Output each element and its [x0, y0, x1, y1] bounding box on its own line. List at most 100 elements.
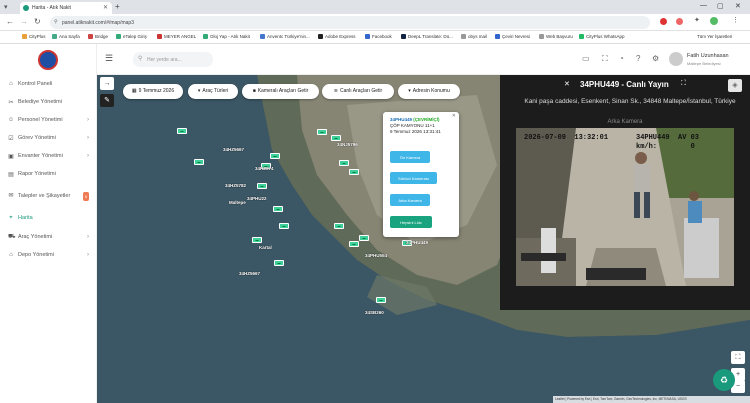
bookmark-item[interactable]: eTalep Giriş: [116, 34, 147, 39]
vehicle-label: 34NJ5796: [337, 142, 358, 147]
close-icon[interactable]: ✕: [452, 113, 456, 119]
vehicle-types-filter[interactable]: ▾ Araç Türleri: [188, 84, 238, 99]
vehicle-marker[interactable]: ▬: [331, 135, 341, 141]
front-camera-button[interactable]: Ön Kamera: [390, 151, 430, 163]
warehouse-icon: ⌂: [9, 252, 13, 258]
draw-tool-icon[interactable]: ✎: [100, 94, 114, 107]
vehicle-marker[interactable]: ▬: [349, 241, 359, 247]
bookmark-icon: [157, 34, 162, 39]
vehicle-popup: ✕ 34PHU449 (ÇEVRİMİÇİ) ÇÖP KAMYONU 11+1 …: [383, 112, 459, 237]
vehicle-marker[interactable]: ▬: [177, 128, 187, 134]
sidebar-item-warehouse[interactable]: ⌂ Depo Yönetimi ›: [0, 246, 97, 264]
bookmark-item[interactable]: Bridge: [88, 34, 108, 39]
new-tab-icon[interactable]: +: [115, 2, 120, 11]
all-bookmarks[interactable]: Tüm Yer İşaretleri: [697, 34, 732, 39]
tab-search-icon[interactable]: ▾: [4, 3, 8, 11]
help-icon[interactable]: ?: [636, 54, 640, 63]
map-attribution: Leaflet | Powered by Esri | Esri, TomTom…: [553, 396, 750, 403]
user-name: Fatih Uzunhasan: [687, 53, 729, 59]
bookmark-item[interactable]: Oloj Yap - Atık Nakit: [203, 34, 250, 39]
recycle-icon: ♻: [719, 375, 729, 385]
search-input[interactable]: ⚲ Her yerde ara...: [133, 52, 213, 67]
vehicle-marker[interactable]: ▬: [376, 297, 386, 303]
layers-icon[interactable]: ◈: [728, 79, 742, 92]
fullscreen-map-icon[interactable]: ⛶: [731, 351, 745, 364]
maximize-icon[interactable]: ▢: [717, 2, 724, 10]
live-vehicles-button[interactable]: ≋ Canlı Araçları Getir: [322, 84, 394, 99]
vehicle-marker[interactable]: ▬: [334, 223, 344, 229]
forward-icon[interactable]: →: [20, 17, 28, 26]
bookmark-item[interactable]: CityPlus WhatsApp: [579, 34, 625, 39]
expand-panel-icon[interactable]: →: [100, 77, 114, 90]
bookmark-item[interactable]: Adobe Express: [318, 34, 356, 39]
vehicle-marker[interactable]: ▬: [257, 183, 267, 189]
all-cameras-button[interactable]: Hepsini Lidc: [390, 216, 432, 228]
box-icon: ▣: [8, 153, 14, 160]
sidebar-item-map[interactable]: ⌖ Harita: [0, 209, 97, 227]
vehicle-marker[interactable]: ▬: [273, 206, 283, 212]
minimize-icon[interactable]: —: [700, 2, 707, 9]
vehicle-marker[interactable]: ▬: [274, 260, 284, 266]
vehicle-marker[interactable]: ▬: [339, 160, 349, 166]
bookmark-icon: [203, 34, 208, 39]
floating-action-button[interactable]: ♻: [713, 369, 735, 391]
browser-menu-icon[interactable]: ⋮: [732, 16, 739, 24]
user-menu[interactable]: Fatih Uzunhasan Maltepe Belediyesi: [669, 50, 747, 72]
sidebar-item-reports[interactable]: ▤ Rapor Yönetimi: [0, 165, 97, 183]
vehicle-marker[interactable]: ▬: [279, 223, 289, 229]
vehicle-address: Kani paşa caddesi, Esenkent, Sinan Sk., …: [524, 98, 736, 105]
bookmark-item[interactable]: Web Başvuru: [539, 34, 573, 39]
notification-icon[interactable]: ◔: [619, 54, 624, 63]
extension-icon[interactable]: [660, 18, 667, 25]
browser-tab[interactable]: Harita - Atık Nakit ✕: [20, 2, 112, 14]
sidebar-item-tasks[interactable]: ☑ Görev Yönetimi ›: [0, 129, 97, 147]
vehicle-marker[interactable]: ▬: [270, 153, 280, 159]
reload-icon[interactable]: ↻: [34, 17, 41, 26]
bookmark-item[interactable]: DeepL Translate: Dü...: [401, 34, 453, 39]
camera-vehicles-button[interactable]: ■ Kameralı Araçları Getir: [242, 84, 319, 99]
hamburger-menu-icon[interactable]: ☰: [105, 53, 113, 64]
window-close-icon[interactable]: ✕: [735, 2, 741, 10]
sidebar-item-personnel[interactable]: ☺ Personel Yönetimi ›: [0, 111, 97, 129]
fullscreen-icon[interactable]: ⛶: [602, 54, 608, 64]
vehicle-marker[interactable]: ▬: [252, 237, 262, 243]
sidebar-item-dashboard[interactable]: ⌂ Kontrol Paneli: [0, 75, 97, 93]
sidebar-item-inventory[interactable]: ▣ Envanter Yönetimi ›: [0, 147, 97, 165]
vehicle-label: 34HZ5667: [239, 271, 261, 276]
bookmark-item[interactable]: MEYER ANGEL: [157, 34, 196, 39]
sidebar-item-vehicles[interactable]: ⛟ Araç Yönetimi ›: [0, 228, 97, 246]
address-location-filter[interactable]: ▾ Adresin Konumu: [398, 84, 460, 99]
gear-icon[interactable]: ⚙: [652, 54, 659, 63]
extension-icon[interactable]: [676, 18, 683, 25]
vehicle-label: 34PHU22: [247, 196, 267, 201]
vehicle-marker[interactable]: ▬: [194, 159, 204, 165]
close-icon[interactable]: ✕: [103, 4, 108, 11]
vehicle-marker[interactable]: ▬: [359, 235, 369, 241]
bookmark-icon: [318, 34, 323, 39]
user-icon: ☺: [8, 117, 15, 123]
bookmark-item[interactable]: obys mail: [461, 34, 487, 39]
date-filter-button[interactable]: ▦ 9 Temmuz 2026: [123, 84, 183, 99]
bookmark-item[interactable]: Facebook: [365, 34, 392, 39]
bookmark-item[interactable]: Ana Sayfa: [52, 34, 80, 39]
sidebar-item-municipality[interactable]: ✂ Belediye Yönetimi: [0, 93, 97, 111]
back-icon[interactable]: ←: [6, 17, 14, 26]
vehicle-marker[interactable]: ▬: [317, 129, 327, 135]
vehicle-label: 34HZ674: [255, 166, 274, 171]
puzzle-icon[interactable]: ✦: [694, 16, 700, 24]
bookmark-item[interactable]: CityPlus: [22, 34, 46, 39]
site-info-icon[interactable]: ⚲: [54, 19, 58, 25]
expand-icon[interactable]: ⛶: [681, 80, 686, 88]
bookmark-item[interactable]: Anventc Türkiye'nin...: [260, 34, 310, 39]
rear-camera-button[interactable]: Arka Kamera: [390, 194, 430, 206]
chevron-down-icon: ▾: [197, 88, 201, 94]
vehicle-marker[interactable]: ▬: [349, 169, 359, 175]
bookmark-item[interactable]: Çeviri Nevresi: [495, 34, 530, 39]
sidebar-item-requests[interactable]: ✉ Talepler ve Şikayetler 5: [0, 185, 97, 207]
message-icon[interactable]: ▭: [582, 54, 590, 63]
driver-camera-button[interactable]: Sürücü Kamerası: [390, 172, 437, 184]
close-icon[interactable]: ✕: [564, 80, 570, 88]
profile-icon[interactable]: [710, 17, 718, 25]
url-field[interactable]: ⚲ panel.atiknakit.com/#/map/map3: [50, 16, 650, 29]
user-role: Maltepe Belediyesi: [687, 61, 721, 66]
